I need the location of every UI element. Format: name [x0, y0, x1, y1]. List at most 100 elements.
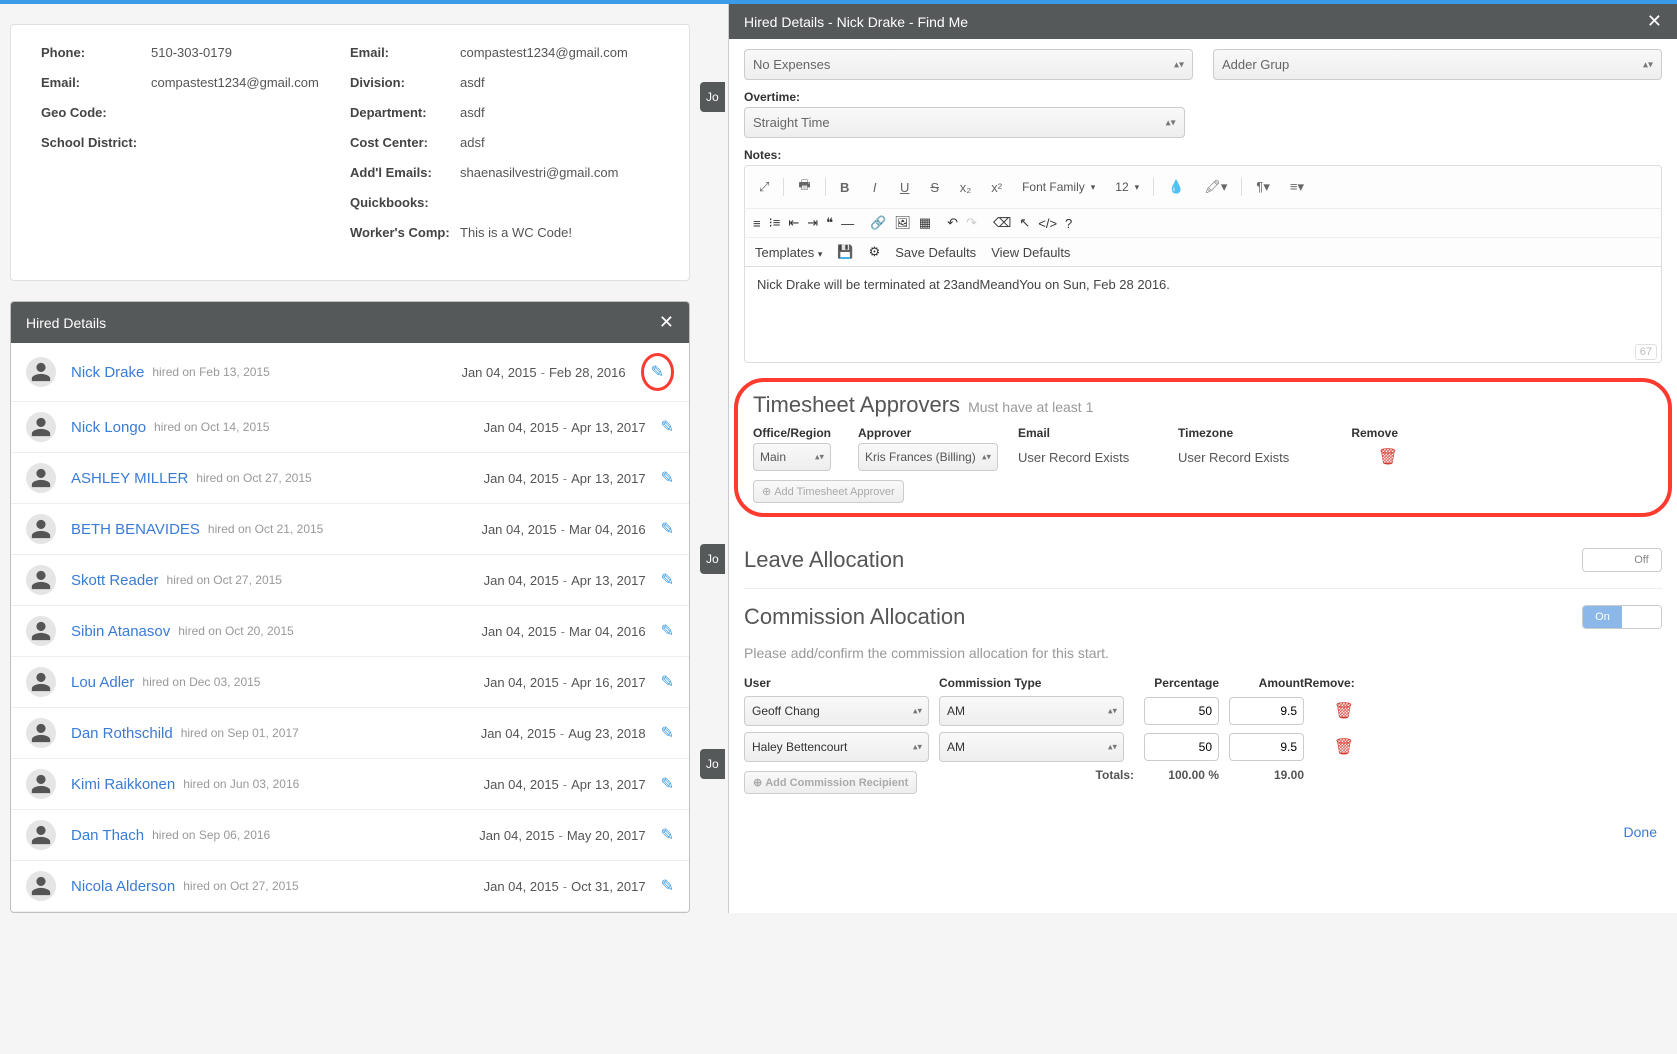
ca-toggle[interactable]: On — [1582, 605, 1662, 629]
close-icon[interactable]: ✕ — [1647, 11, 1662, 32]
hired-name-link[interactable]: Dan Thach — [71, 827, 144, 844]
la-toggle[interactable]: Off — [1582, 548, 1662, 572]
overtime-select[interactable]: Straight Time▴▾ — [744, 107, 1185, 138]
hired-item: Dan Thachhired on Sep 06, 2016Jan 04, 20… — [11, 810, 689, 861]
hired-name-link[interactable]: BETH BENAVIDES — [71, 521, 200, 538]
hired-dates: Jan 04, 2015-Oct 31, 2017 — [484, 879, 646, 894]
addl-label: Add'l Emails: — [350, 165, 460, 180]
trash-icon[interactable]: 🗑 — [1378, 449, 1398, 466]
edit-icon[interactable]: ✎ — [661, 876, 674, 896]
view-defaults-link[interactable]: View Defaults — [991, 245, 1070, 260]
italic-icon[interactable]: I — [864, 176, 886, 199]
edit-icon[interactable]: ✎ — [641, 353, 674, 391]
side-tab-jo[interactable]: Jo — [700, 82, 725, 112]
strike-icon[interactable]: S — [924, 176, 946, 199]
expand-icon[interactable]: ⤢ — [753, 175, 775, 199]
edit-icon[interactable]: ✎ — [661, 774, 674, 794]
expenses-select[interactable]: No Expenses▴▾ — [744, 49, 1193, 80]
edit-icon[interactable]: ✎ — [661, 723, 674, 743]
hired-dates: Jan 04, 2015-Mar 04, 2016 — [481, 624, 645, 639]
notes-editor[interactable]: Nick Drake will be terminated at 23andMe… — [744, 266, 1662, 363]
ca-pct-input[interactable] — [1144, 733, 1219, 761]
hired-item: Nicola Aldersonhired on Oct 27, 2015Jan … — [11, 861, 689, 912]
save-icon[interactable]: 💾 — [837, 244, 853, 260]
hired-name-link[interactable]: Nick Drake — [71, 364, 144, 381]
billing-select[interactable]: Adder Grup▴▾ — [1213, 49, 1662, 80]
pointer-icon[interactable]: ↖ — [1019, 215, 1030, 231]
trash-icon[interactable]: 🗑 — [1334, 739, 1354, 756]
ca-type-select[interactable]: AM▴▾ — [939, 696, 1124, 726]
ca-pct-input[interactable] — [1144, 697, 1219, 725]
ts-header-remove: Remove — [1338, 426, 1398, 440]
hired-dates: Jan 04, 2015-Aug 23, 2018 — [481, 726, 646, 741]
quote-icon[interactable]: ❝ — [826, 215, 833, 231]
done-button[interactable]: Done — [744, 824, 1662, 840]
ordered-list-icon[interactable]: ≡ — [753, 216, 761, 231]
hired-name-link[interactable]: Nick Longo — [71, 419, 146, 436]
table-icon[interactable]: ▦ — [919, 215, 931, 231]
code-icon[interactable]: </> — [1038, 216, 1057, 231]
subscript-icon[interactable]: x₂ — [954, 176, 978, 199]
para-icon[interactable]: ¶▾ — [1250, 175, 1276, 199]
gear-icon[interactable]: ⚙ — [869, 244, 881, 260]
edit-icon[interactable]: ✎ — [661, 417, 674, 437]
outdent-icon[interactable]: ⇤ — [788, 215, 799, 231]
division-value: asdf — [460, 75, 485, 90]
link-icon[interactable]: 🔗 — [870, 215, 886, 231]
font-family-select[interactable]: Font Family ▾ — [1016, 177, 1101, 197]
hired-name-link[interactable]: Dan Rothschild — [71, 725, 173, 742]
color-icon[interactable]: 💧 — [1162, 175, 1190, 199]
hired-name-link[interactable]: ASHLEY MILLER — [71, 470, 188, 487]
school-label: School District: — [41, 135, 151, 150]
ca-user-select[interactable]: Geoff Chang▴▾ — [744, 696, 929, 726]
add-ts-approver-button[interactable]: ⊕Add Timesheet Approver — [753, 480, 904, 503]
ca-user-select[interactable]: Haley Bettencourt▴▾ — [744, 732, 929, 762]
ts-office-select[interactable]: Main▴▾ — [753, 443, 831, 471]
hired-dates: Jan 04, 2015-Apr 13, 2017 — [484, 777, 646, 792]
ca-amt-input[interactable] — [1229, 733, 1304, 761]
edit-icon[interactable]: ✎ — [661, 519, 674, 539]
hired-drawer: Hired Details - Nick Drake - Find Me ✕ N… — [728, 4, 1677, 913]
edit-icon[interactable]: ✎ — [661, 825, 674, 845]
hired-name-link[interactable]: Skott Reader — [71, 572, 159, 589]
ts-approver-select[interactable]: Kris Frances (Billing)▴▾ — [858, 443, 998, 471]
templates-menu[interactable]: Templates ▾ — [755, 245, 822, 260]
eraser-icon[interactable]: ⌫ — [993, 215, 1011, 231]
print-icon[interactable]: 🖶 — [792, 172, 816, 202]
unordered-list-icon[interactable]: ⁝≡ — [769, 215, 781, 231]
save-defaults-link[interactable]: Save Defaults — [895, 245, 976, 260]
superscript-icon[interactable]: x² — [985, 176, 1008, 199]
side-tab-jo2[interactable]: Jo — [700, 544, 725, 574]
edit-icon[interactable]: ✎ — [661, 570, 674, 590]
indent-icon[interactable]: ⇥ — [807, 215, 818, 231]
side-tab-jo3[interactable]: Jo — [700, 749, 725, 779]
addl-link[interactable]: shaenasilvestri@gmail.com — [460, 165, 618, 180]
ca-help-text: Please add/confirm the commission alloca… — [744, 645, 1662, 661]
hired-name-link[interactable]: Sibin Atanasov — [71, 623, 170, 640]
hired-name-link[interactable]: Kimi Raikkonen — [71, 776, 175, 793]
ca-type-select[interactable]: AM▴▾ — [939, 732, 1124, 762]
email-link-left[interactable]: compastest1234@gmail.com — [151, 75, 319, 90]
align-icon[interactable]: ≡▾ — [1284, 175, 1310, 199]
hr-icon[interactable]: — — [841, 216, 854, 231]
add-commission-button[interactable]: ⊕Add Commission Recipient — [744, 771, 917, 794]
hired-name-link[interactable]: Lou Adler — [71, 674, 134, 691]
image-icon[interactable]: 🖼 — [894, 215, 911, 231]
redo-icon[interactable]: ↷ — [966, 215, 977, 231]
close-icon[interactable]: ✕ — [659, 312, 674, 333]
trash-icon[interactable]: 🗑 — [1334, 703, 1354, 720]
hired-name-link[interactable]: Nicola Alderson — [71, 878, 175, 895]
help-icon[interactable]: ? — [1065, 216, 1072, 231]
hired-details-title: Hired Details — [26, 315, 106, 331]
edit-icon[interactable]: ✎ — [661, 621, 674, 641]
underline-icon[interactable]: U — [894, 176, 916, 199]
edit-icon[interactable]: ✎ — [661, 672, 674, 692]
highlight-icon[interactable]: 🖍▾ — [1198, 175, 1233, 199]
edit-icon[interactable]: ✎ — [661, 468, 674, 488]
undo-icon[interactable]: ↶ — [947, 215, 958, 231]
phone-link[interactable]: 510-303-0179 — [151, 45, 232, 60]
font-size-select[interactable]: 12 ▾ — [1109, 177, 1145, 197]
ca-amt-input[interactable] — [1229, 697, 1304, 725]
email-link-right[interactable]: compastest1234@gmail.com — [460, 45, 628, 60]
bold-icon[interactable]: B — [834, 176, 856, 199]
